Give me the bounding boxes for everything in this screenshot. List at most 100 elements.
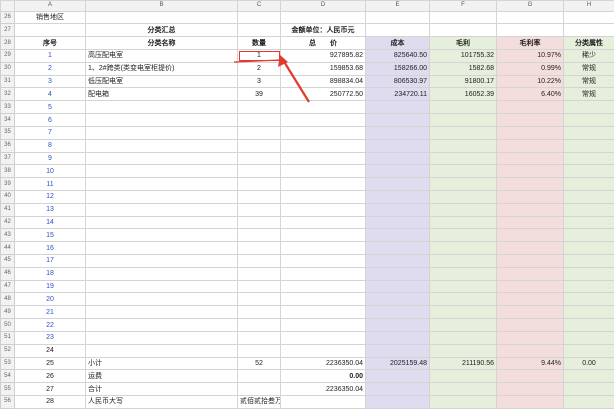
spreadsheet-grid[interactable]: ABCDEFGH 26 销售地区 27 分类汇总 金额单位：人民币元 28 序号 分类名称 数量… xyxy=(0,0,614,409)
cell-g-35[interactable] xyxy=(496,125,564,140)
cell-a-56[interactable]: 28 xyxy=(14,394,86,409)
row-header[interactable]: 42 xyxy=(0,215,15,230)
cell-f-47[interactable] xyxy=(429,279,497,294)
cell-d-26[interactable] xyxy=(280,10,366,25)
cell-e-35[interactable] xyxy=(365,125,430,140)
cell-a-49[interactable]: 21 xyxy=(14,305,86,320)
cell-d-42[interactable] xyxy=(280,215,366,230)
cell-h-30[interactable]: 常规 xyxy=(563,61,614,76)
row-header[interactable]: 50 xyxy=(0,318,15,332)
cell-g-41[interactable] xyxy=(496,202,564,217)
column-header-b[interactable]: B xyxy=(85,0,238,12)
cell-g-40[interactable] xyxy=(496,189,564,204)
cell-d-40[interactable] xyxy=(280,189,366,204)
cell-h-39[interactable] xyxy=(563,177,614,191)
cell-b-34[interactable] xyxy=(85,113,238,127)
cell-c-42[interactable] xyxy=(237,215,281,230)
cell-f-49[interactable] xyxy=(429,305,497,320)
cell-h-40[interactable] xyxy=(563,189,614,204)
cell-b-26[interactable] xyxy=(85,10,238,25)
cell-g-54[interactable] xyxy=(496,369,564,384)
cell-f-44[interactable] xyxy=(429,241,497,256)
row-header[interactable]: 27 xyxy=(0,23,15,38)
cell-d-50[interactable] xyxy=(280,318,366,332)
cell-c-56[interactable]: 贰佰贰拾叁万陆仟叁佰伍拾元零肆分 xyxy=(237,394,281,409)
cell-g-27[interactable] xyxy=(496,23,564,38)
cell-h-28[interactable]: 分类属性 xyxy=(563,36,614,51)
cell-g-43[interactable] xyxy=(496,228,564,243)
cell-f-35[interactable] xyxy=(429,125,497,140)
cell-b-38[interactable] xyxy=(85,164,238,179)
cell-e-56[interactable] xyxy=(365,394,430,409)
cell-h-38[interactable] xyxy=(563,164,614,179)
column-header-d[interactable]: D xyxy=(280,0,366,12)
cell-a-45[interactable]: 17 xyxy=(14,254,86,268)
cell-g-49[interactable] xyxy=(496,305,564,320)
cell-a-42[interactable]: 14 xyxy=(14,215,86,230)
cell-c-34[interactable] xyxy=(237,113,281,127)
cell-f-55[interactable] xyxy=(429,382,497,396)
cell-b-30[interactable]: 1、2#跨类(类变电室柜提价) xyxy=(85,61,238,76)
row-header[interactable]: 45 xyxy=(0,254,15,268)
cell-f-50[interactable] xyxy=(429,318,497,332)
cell-b-50[interactable] xyxy=(85,318,238,332)
row-header[interactable]: 37 xyxy=(0,151,15,166)
column-header-f[interactable]: F xyxy=(429,0,497,12)
cell-h-34[interactable] xyxy=(563,113,614,127)
cell-d-39[interactable] xyxy=(280,177,366,191)
cell-b-32[interactable]: 配电箱 xyxy=(85,87,238,102)
cell-b-44[interactable] xyxy=(85,241,238,256)
cell-f-32[interactable]: 16052.39 xyxy=(429,87,497,102)
cell-g-44[interactable] xyxy=(496,241,564,256)
cell-c-50[interactable] xyxy=(237,318,281,332)
cell-a-52[interactable]: 24 xyxy=(14,343,86,358)
cell-g-30[interactable]: 0.99% xyxy=(496,61,564,76)
cell-b-54[interactable]: 运费 xyxy=(85,369,238,384)
cell-a-36[interactable]: 8 xyxy=(14,138,86,153)
cell-c-51[interactable] xyxy=(237,330,281,345)
cell-e-47[interactable] xyxy=(365,279,430,294)
row-header[interactable]: 35 xyxy=(0,125,15,140)
cell-e-29[interactable]: 825640.50 xyxy=(365,49,430,63)
cell-g-38[interactable] xyxy=(496,164,564,179)
cell-c-26[interactable] xyxy=(237,10,281,25)
cell-a-51[interactable]: 23 xyxy=(14,330,86,345)
cell-d-44[interactable] xyxy=(280,241,366,256)
row-header[interactable]: 32 xyxy=(0,87,15,102)
cell-c-37[interactable] xyxy=(237,151,281,166)
cell-d-55[interactable]: 2236350.04 xyxy=(280,382,366,396)
cell-d-29[interactable]: 927895.82 xyxy=(280,49,366,63)
row-header[interactable]: 46 xyxy=(0,266,15,281)
cell-e-30[interactable]: 158266.00 xyxy=(365,61,430,76)
cell-a-37[interactable]: 9 xyxy=(14,151,86,166)
cell-g-56[interactable] xyxy=(496,394,564,409)
cell-f-26[interactable] xyxy=(429,10,497,25)
cell-d-53[interactable]: 2236350.04 xyxy=(280,356,366,371)
cell-a-54[interactable]: 26 xyxy=(14,369,86,384)
cell-e-44[interactable] xyxy=(365,241,430,256)
cell-a-28[interactable]: 序号 xyxy=(14,36,86,51)
cell-h-43[interactable] xyxy=(563,228,614,243)
cell-a-35[interactable]: 7 xyxy=(14,125,86,140)
row-header[interactable]: 47 xyxy=(0,279,15,294)
row-header[interactable]: 55 xyxy=(0,382,15,396)
cell-f-40[interactable] xyxy=(429,189,497,204)
cell-e-50[interactable] xyxy=(365,318,430,332)
cell-h-42[interactable] xyxy=(563,215,614,230)
cell-e-55[interactable] xyxy=(365,382,430,396)
cell-d-28[interactable]: 总 价 xyxy=(280,36,366,51)
row-header[interactable]: 31 xyxy=(0,74,15,89)
cell-c-38[interactable] xyxy=(237,164,281,179)
cell-g-52[interactable] xyxy=(496,343,564,358)
cell-d-45[interactable] xyxy=(280,254,366,268)
cell-c-43[interactable] xyxy=(237,228,281,243)
cell-e-40[interactable] xyxy=(365,189,430,204)
cell-c-29[interactable]: 1 xyxy=(237,49,281,63)
cell-b-27[interactable]: 分类汇总 xyxy=(85,23,238,38)
column-header-g[interactable]: G xyxy=(496,0,564,12)
cell-a-32[interactable]: 4 xyxy=(14,87,86,102)
cell-f-27[interactable] xyxy=(429,23,497,38)
cell-d-49[interactable] xyxy=(280,305,366,320)
cell-a-46[interactable]: 18 xyxy=(14,266,86,281)
cell-d-35[interactable] xyxy=(280,125,366,140)
